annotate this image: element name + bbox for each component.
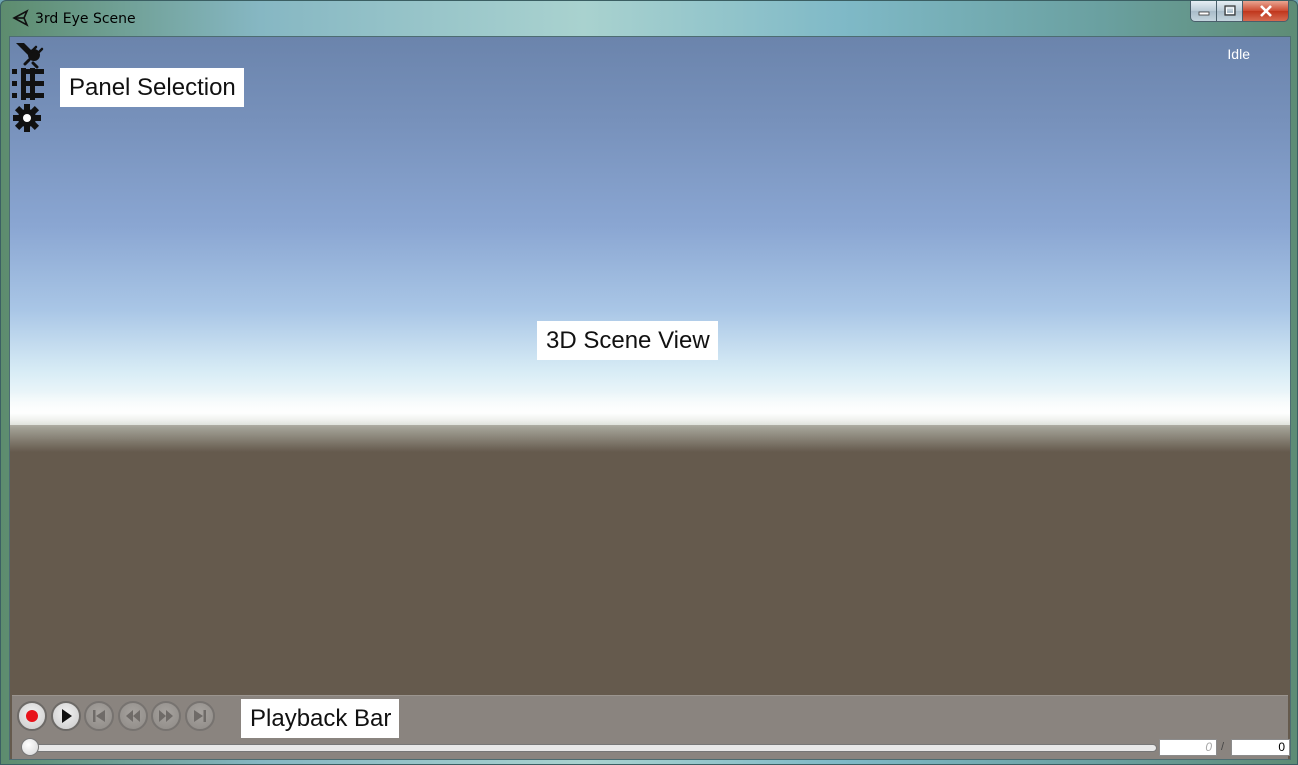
minimize-icon (1198, 11, 1209, 16)
record-icon (26, 710, 38, 722)
playback-bar-label: Playback Bar (241, 699, 400, 738)
current-frame-field[interactable]: 0 (1159, 739, 1217, 756)
window-controls (1190, 1, 1289, 23)
list-icon[interactable] (12, 68, 44, 102)
scene-view-label: 3D Scene View (537, 321, 718, 360)
close-icon (1259, 5, 1272, 17)
panel-selection-label: Panel Selection (60, 68, 244, 107)
application-window: 3rd Eye Scene Panel Selection 3D Scene V… (0, 0, 1298, 765)
close-button[interactable] (1243, 1, 1289, 22)
unity-icon (12, 9, 29, 27)
step-back-icon (126, 710, 140, 722)
status-text: Idle (1227, 46, 1250, 62)
maximize-button[interactable] (1217, 1, 1243, 22)
total-frames-field[interactable]: 0 (1231, 739, 1290, 756)
minimize-button[interactable] (1190, 1, 1217, 22)
skip-to-start-icon (93, 710, 105, 722)
maximize-icon (1223, 5, 1236, 16)
step-back-button[interactable] (118, 701, 148, 731)
scene-view[interactable]: Panel Selection 3D Scene View Idle 0 / 0… (9, 36, 1291, 760)
record-button[interactable] (17, 701, 47, 731)
play-icon (62, 709, 72, 723)
title-bar[interactable]: 3rd Eye Scene (1, 1, 1297, 36)
horizon (10, 392, 1290, 452)
playback-bar: 0 / 0 (12, 695, 1290, 759)
step-forward-icon (159, 710, 173, 722)
frame-separator: / (1221, 741, 1225, 753)
skip-to-end-button[interactable] (185, 701, 215, 731)
skip-to-start-button[interactable] (84, 701, 114, 731)
connection-icon[interactable] (12, 39, 44, 69)
window-title: 3rd Eye Scene (35, 11, 136, 27)
play-button[interactable] (51, 701, 81, 731)
timeline-slider-track[interactable] (21, 744, 1157, 752)
step-forward-button[interactable] (151, 701, 181, 731)
timeline-slider-thumb[interactable] (21, 738, 39, 756)
gear-icon[interactable] (12, 103, 42, 133)
skip-to-end-icon (194, 710, 206, 722)
